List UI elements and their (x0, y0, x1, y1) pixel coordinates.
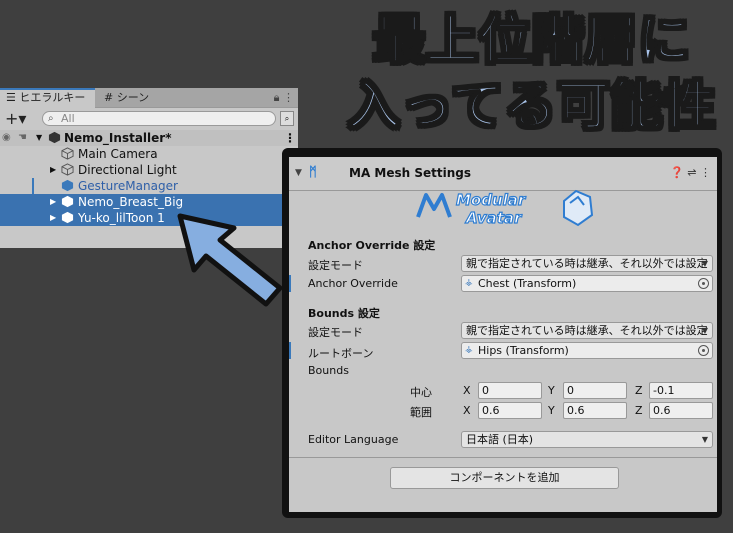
expand-arrow-icon[interactable]: ▶ (50, 194, 56, 210)
gameobject-icon (61, 147, 74, 160)
anchor-section-heading: Anchor Override 設定 (308, 239, 436, 252)
lock-icon[interactable]: 🔒︎ (274, 91, 280, 104)
logo-line-1: Modular (456, 191, 527, 209)
search-input[interactable]: ⌕ All (42, 111, 276, 126)
bounds-mode-dropdown[interactable]: 親で指定されている時は継承、それ以外では設定 ▼ (461, 322, 713, 339)
root-bone-label: ルートボーン (308, 347, 374, 360)
component-header[interactable]: ▼ ᛗ MA Mesh Settings ❓ ⇌ ⋮ (289, 157, 717, 191)
more-icon[interactable]: ⋮ (700, 166, 711, 179)
more-icon[interactable]: ⋮ (284, 130, 296, 146)
tab-hierarchy[interactable]: ☰ ヒエラルキー (0, 88, 95, 108)
add-component-button[interactable]: コンポーネントを追加 (390, 467, 619, 489)
annotation-line-1: 最上位階層に (372, 10, 691, 72)
axis-z-label: Z (635, 404, 643, 417)
root-bone-field[interactable]: ⚶ Hips (Transform) (461, 342, 713, 359)
hierarchy-item[interactable]: ▶ Directional Light (0, 162, 298, 178)
modular-avatar-icon: ᛗ (309, 165, 317, 180)
unity-scene-icon (48, 131, 61, 144)
axis-x-label: X (463, 404, 471, 417)
search-options-icon[interactable]: ⌕ (280, 111, 294, 126)
override-marker (289, 342, 291, 359)
hierarchy-item[interactable]: Main Camera (0, 146, 298, 162)
item-label: GestureManager (78, 179, 178, 193)
gameobject-icon (61, 163, 74, 176)
prefab-icon (61, 211, 74, 224)
override-marker (289, 275, 291, 292)
item-label: Main Camera (78, 147, 158, 161)
inspector-panel: ▼ ᛗ MA Mesh Settings ❓ ⇌ ⋮ Modular Avata… (289, 157, 717, 512)
extent-y-field[interactable]: 0.6 (563, 402, 627, 419)
extent-x-field[interactable]: 0.6 (478, 402, 542, 419)
list-icon: ☰ (6, 91, 20, 104)
expand-arrow-icon[interactable]: ▶ (50, 210, 56, 226)
transform-icon: ⚶ (465, 345, 473, 355)
axis-y-label: Y (548, 404, 555, 417)
center-label: 中心 (410, 386, 432, 399)
bounds-section-heading: Bounds 設定 (308, 307, 380, 320)
object-picker-icon[interactable] (698, 278, 709, 289)
hierarchy-root-row[interactable]: ◉ ☚ ▼ Nemo_Installer* ⋮ (0, 130, 298, 146)
anchor-override-field[interactable]: ⚶ Chest (Transform) (461, 275, 713, 292)
fold-arrow-icon[interactable]: ▼ (295, 168, 302, 178)
root-label: Nemo_Installer* (64, 131, 172, 145)
anchor-override-label: Anchor Override (308, 277, 398, 290)
axis-x-label: X (463, 384, 471, 397)
center-y-field[interactable]: 0 (563, 382, 627, 399)
grid-icon: # (104, 91, 117, 104)
search-icon: ⌕ (48, 113, 54, 124)
editor-language-value: 日本語 (日本) (466, 433, 534, 446)
root-bone-value: Hips (Transform) (478, 344, 569, 357)
anchor-mode-value: 親で指定されている時は継承、それ以外では設定 (466, 257, 708, 270)
chevron-down-icon: ▼ (701, 435, 708, 444)
hierarchy-tab-bar: ☰ ヒエラルキー # シーン 🔒︎ ⋮ (0, 88, 298, 108)
tab-actions: 🔒︎ ⋮ (274, 88, 294, 108)
item-label: Yu-ko_lilToon 1 (78, 211, 165, 225)
divider (289, 457, 717, 458)
expand-arrow-icon[interactable]: ▼ (36, 130, 42, 146)
prefab-icon (61, 195, 74, 208)
bounds-label: Bounds (308, 364, 349, 377)
axis-y-label: Y (548, 384, 555, 397)
component-actions: ❓ ⇌ ⋮ (670, 166, 711, 179)
pick-icon[interactable]: ☚ (18, 130, 27, 146)
tab-scene[interactable]: # シーン (98, 88, 178, 108)
bounds-mode-value: 親で指定されている時は継承、それ以外では設定 (466, 324, 708, 337)
modular-avatar-logo: Modular Avatar (416, 189, 594, 228)
item-label: Nemo_Breast_Big (78, 195, 184, 209)
pointer-arrow-icon (177, 213, 283, 307)
transform-icon: ⚶ (465, 278, 473, 288)
bounds-mode-label: 設定モード (308, 326, 363, 339)
tab-hierarchy-label: ヒエラルキー (19, 91, 86, 104)
chevron-down-icon: ▼ (701, 326, 708, 335)
anchor-mode-label: 設定モード (308, 259, 363, 272)
presets-icon[interactable]: ⇌ (687, 166, 696, 179)
hierarchy-toolbar: +▾ ⌕ All ⌕ (0, 108, 298, 130)
help-icon[interactable]: ❓ (670, 166, 684, 179)
center-z-field[interactable]: -0.1 (649, 382, 713, 399)
prefab-marker (32, 178, 34, 194)
hierarchy-item[interactable]: GestureManager (0, 178, 298, 194)
center-x-field[interactable]: 0 (478, 382, 542, 399)
editor-language-dropdown[interactable]: 日本語 (日本) ▼ (461, 431, 713, 448)
object-picker-icon[interactable] (698, 345, 709, 356)
tab-scene-label: シーン (116, 91, 150, 104)
add-icon[interactable]: +▾ (5, 109, 26, 128)
axis-z-label: Z (635, 384, 643, 397)
extent-z-field[interactable]: 0.6 (649, 402, 713, 419)
chevron-down-icon: ▼ (701, 259, 708, 268)
item-label: Directional Light (78, 163, 177, 177)
editor-language-label: Editor Language (308, 433, 399, 446)
expand-arrow-icon[interactable]: ▶ (50, 162, 56, 178)
annotation-line-2: 入ってる可能性 (347, 76, 717, 138)
search-placeholder: All (61, 112, 75, 125)
extent-label: 範囲 (410, 406, 432, 419)
logo-line-2: Avatar (465, 209, 523, 227)
visibility-icon[interactable]: ◉ (2, 130, 11, 146)
more-icon[interactable]: ⋮ (283, 91, 294, 104)
component-title: MA Mesh Settings (349, 166, 471, 180)
anchor-mode-dropdown[interactable]: 親で指定されている時は継承、それ以外では設定 ▼ (461, 255, 713, 272)
prefab-icon (61, 179, 74, 192)
anchor-override-value: Chest (Transform) (478, 277, 577, 290)
